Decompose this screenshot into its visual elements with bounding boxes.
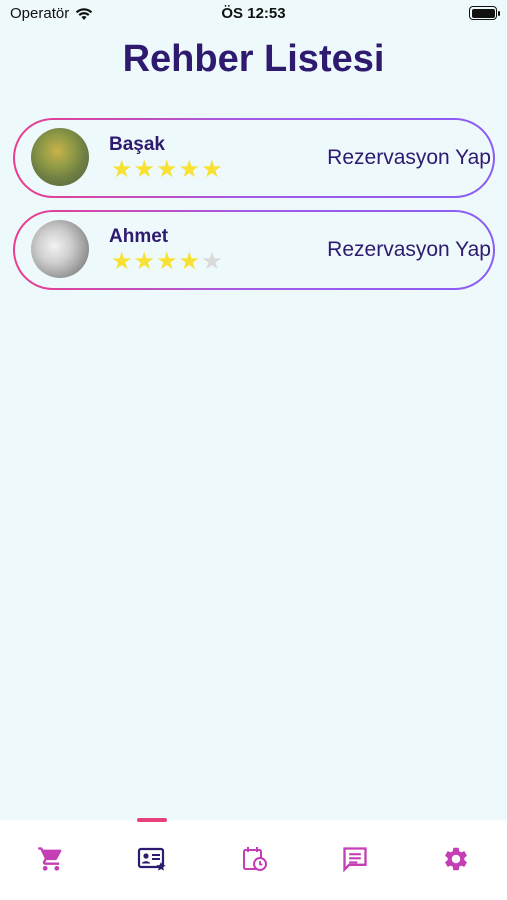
guide-card-icon [137,847,166,871]
nav-guides[interactable] [137,844,167,874]
star-filled-icon: ★ [111,248,133,275]
star-filled-icon: ★ [111,156,133,183]
guide-name: Ahmet [109,226,169,247]
battery-icon [469,6,500,20]
status-bar: Operatör ÖS 12:53 [0,0,507,28]
nav-cart[interactable] [36,844,66,874]
message-icon [343,847,367,873]
star-filled-icon: ★ [133,156,156,183]
cart-icon [38,847,62,871]
bottom-nav [0,818,507,900]
active-tab-indicator [137,818,167,822]
star-empty-icon: ★ [201,248,223,275]
avatar [31,128,89,186]
guide-card[interactable]: Başak ★ ★ ★ ★ ★ Rezervasyon Yap [13,118,495,198]
reservation-button[interactable]: Rezervasyon Yap [327,146,491,170]
guide-list: Başak ★ ★ ★ ★ ★ Rezervasyon Yap Ahmet ★ ★ ★ ★ ★ … [13,118,495,302]
star-filled-icon: ★ [178,248,201,275]
star-filled-icon: ★ [201,156,223,183]
guide-card-inner: Başak ★ ★ ★ ★ ★ Rezervasyon Yap [15,120,493,196]
settings-gear-icon [445,847,467,871]
star-filled-icon: ★ [156,248,178,275]
nav-messages[interactable] [340,844,370,874]
battery-fill [471,8,495,18]
star-filled-icon: ★ [178,156,201,183]
star-filled-icon: ★ [133,248,156,275]
avatar [31,220,89,278]
page-title: Rehber Listesi [122,38,385,80]
star-filled-icon: ★ [156,156,178,183]
nav-reservations[interactable] [240,844,270,874]
guide-card-inner: Ahmet ★ ★ ★ ★ ★ Rezervasyon Yap [15,212,493,288]
rating-stars: ★ ★ ★ ★ ★ [111,158,223,182]
reservation-button[interactable]: Rezervasyon Yap [327,238,491,262]
nav-settings[interactable] [441,844,471,874]
rating-stars: ★ ★ ★ ★ ★ [111,250,223,274]
calendar-clock-icon [243,847,267,871]
guide-card[interactable]: Ahmet ★ ★ ★ ★ ★ Rezervasyon Yap [13,210,495,290]
status-time: ÖS 12:53 [221,5,286,22]
guide-name: Başak [109,134,165,155]
